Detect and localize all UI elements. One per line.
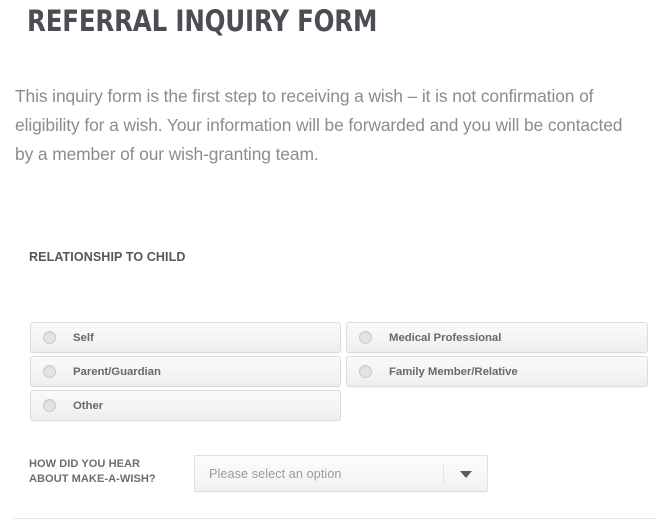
radio-unchecked-icon[interactable] (43, 365, 56, 378)
radio-option-label: Parent/Guardian (73, 365, 161, 378)
chevron-down-icon[interactable] (460, 470, 472, 478)
page-title: REFERRAL INQUIRY FORM (27, 4, 378, 38)
relationship-options-right-column: Medical Professional Family Member/Relat… (346, 322, 648, 390)
relationship-options-left-column: Self Parent/Guardian Other (30, 322, 341, 424)
radio-option-label: Medical Professional (389, 331, 502, 344)
radio-option-label: Other (73, 399, 104, 412)
radio-option-family-member-relative[interactable]: Family Member/Relative (346, 356, 648, 387)
select-divider (443, 464, 444, 485)
referral-source-select[interactable]: Please select an option (194, 455, 488, 492)
referral-source-label-line2: ABOUT MAKE-A-WISH? (29, 473, 156, 485)
radio-option-self[interactable]: Self (30, 322, 341, 353)
referral-source-select-placeholder: Please select an option (209, 466, 342, 481)
referral-source-label-line1: HOW DID YOU HEAR (29, 458, 141, 470)
radio-option-label: Family Member/Relative (389, 365, 518, 378)
relationship-section-heading: RELATIONSHIP TO CHILD (29, 249, 186, 264)
radio-unchecked-icon[interactable] (43, 331, 56, 344)
radio-unchecked-icon[interactable] (43, 399, 56, 412)
referral-inquiry-form-page: REFERRAL INQUIRY FORM This inquiry form … (0, 0, 670, 529)
radio-option-parent-guardian[interactable]: Parent/Guardian (30, 356, 341, 387)
radio-unchecked-icon[interactable] (359, 365, 372, 378)
bottom-divider (14, 518, 655, 519)
radio-unchecked-icon[interactable] (359, 331, 372, 344)
referral-source-field-group: HOW DID YOU HEAR ABOUT MAKE-A-WISH? Plea… (0, 452, 670, 498)
radio-option-medical-professional[interactable]: Medical Professional (346, 322, 648, 353)
intro-paragraph: This inquiry form is the first step to r… (15, 86, 623, 164)
radio-option-label: Self (73, 331, 94, 344)
referral-source-label: HOW DID YOU HEAR ABOUT MAKE-A-WISH? (29, 457, 184, 487)
radio-option-other[interactable]: Other (30, 390, 341, 421)
